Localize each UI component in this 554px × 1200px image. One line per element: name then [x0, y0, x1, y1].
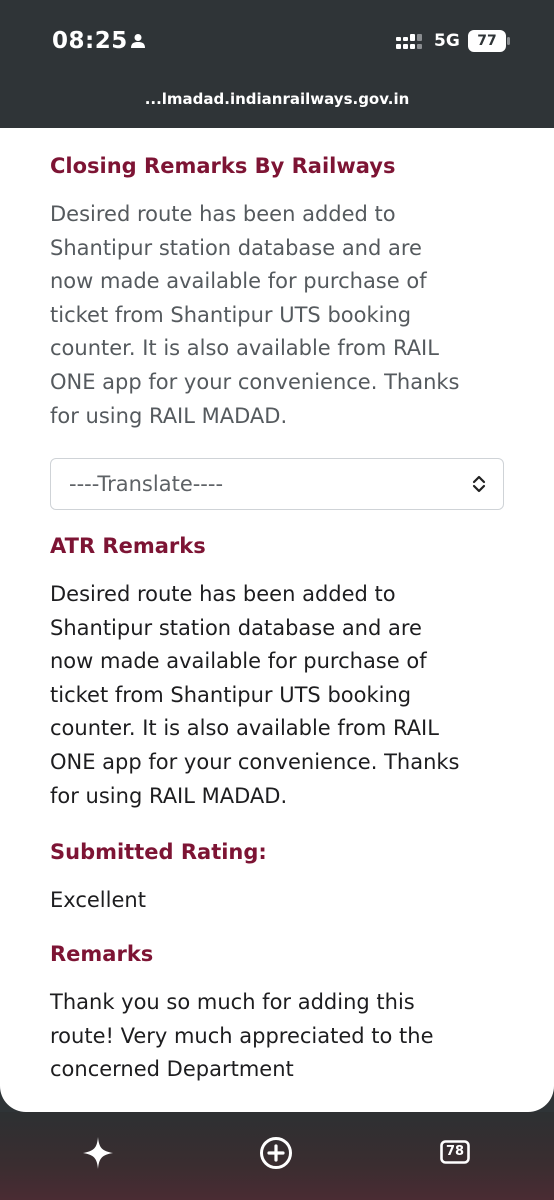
person-icon [130, 33, 146, 53]
translate-select-value: ----Translate---- [69, 472, 224, 496]
remarks-title: Remarks [50, 942, 154, 966]
translate-select[interactable]: ----Translate---- [50, 458, 504, 510]
battery-level: 77 [477, 33, 497, 49]
status-bar: 08:25 5G 77 [0, 0, 554, 82]
bottom-nav: 78 [0, 1112, 554, 1200]
sparkle-icon[interactable] [82, 1136, 114, 1174]
submitted-rating-title: Submitted Rating: [50, 840, 267, 864]
remarks-text: Thank you so much for adding this route!… [50, 990, 434, 1082]
status-time: 08:25 [52, 28, 128, 54]
submitted-rating-value: Excellent [50, 888, 146, 912]
url-text: ...lmadad.indianrailways.gov.in [144, 90, 410, 108]
tabs-icon[interactable]: 78 [440, 1140, 470, 1168]
url-bar[interactable]: ...lmadad.indianrailways.gov.in [0, 82, 554, 128]
tab-count: 78 [445, 1144, 465, 1159]
signal-icon [396, 34, 426, 54]
content-card: Closing Remarks By Railways Desired rout… [0, 128, 554, 1112]
add-tab-icon[interactable] [259, 1136, 293, 1174]
chevron-up-down-icon [471, 474, 487, 498]
closing-remarks-text: Desired route has been added to Shantipu… [50, 202, 460, 428]
battery-icon: 77 [468, 30, 510, 56]
atr-remarks-title: ATR Remarks [50, 534, 206, 558]
network-type: 5G [434, 31, 460, 51]
atr-remarks-text: Desired route has been added to Shantipu… [50, 582, 460, 808]
closing-remarks-title: Closing Remarks By Railways [50, 154, 396, 178]
